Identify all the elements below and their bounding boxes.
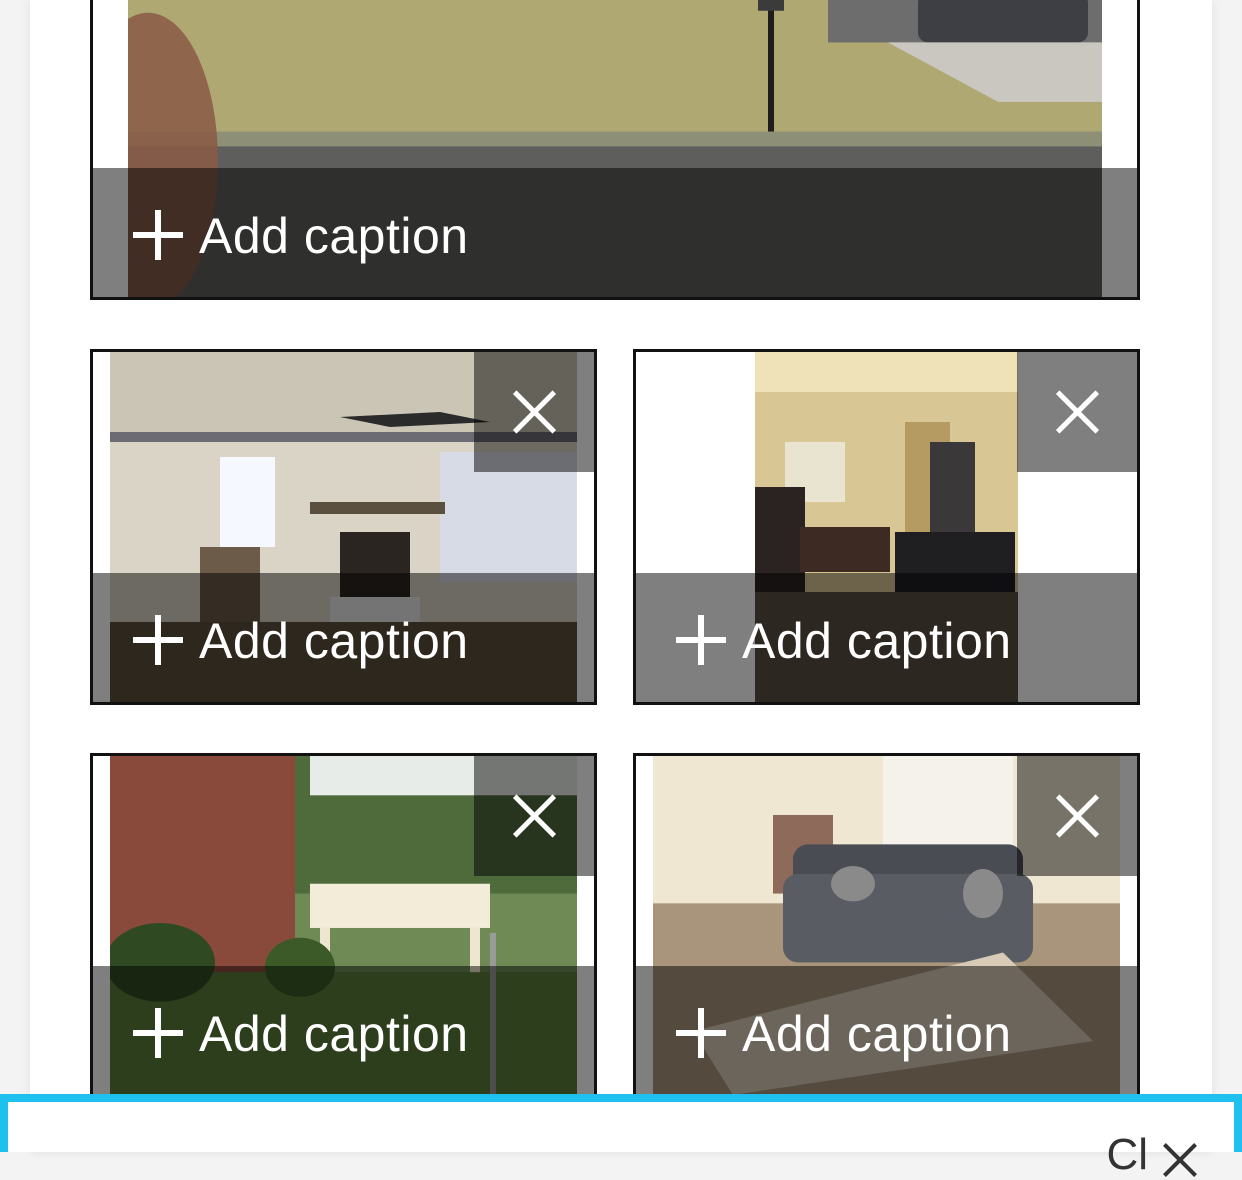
add-caption-label: Add caption [199,207,469,264]
add-caption-button[interactable]: Add caption [636,966,1137,1095]
plus-icon [133,1007,183,1058]
plus-icon [676,614,726,665]
plus-icon [133,614,183,665]
remove-photo-button[interactable] [474,352,594,472]
add-caption-label: Add caption [199,612,469,669]
photo-tile-living-room-sofa[interactable]: Add caption [633,753,1140,1098]
add-caption-button[interactable]: Add caption [93,966,594,1095]
add-caption-label: Add caption [742,1005,1012,1062]
photo-tile-front-yard[interactable]: Add caption [90,0,1140,300]
photo-tile-bedroom[interactable]: Add caption [633,349,1140,705]
remove-photo-button[interactable] [474,756,594,876]
add-caption-label: Add caption [199,1005,469,1062]
add-caption-label: Add caption [742,612,1012,669]
add-caption-button[interactable]: Add caption [93,168,1137,297]
photo-tile-living-room-fireplace[interactable]: Add caption [90,349,597,705]
remove-photo-button[interactable] [1017,756,1137,876]
close-icon[interactable] [1160,1140,1200,1180]
remove-photo-button[interactable] [1017,352,1137,472]
plus-icon [676,1007,726,1058]
add-caption-button[interactable]: Add caption [93,573,594,702]
bottom-action-bar: Cl [0,1094,1242,1179]
close-button-label[interactable]: Cl [1106,1130,1148,1180]
add-caption-button[interactable]: Add caption [636,573,1137,702]
plus-icon [133,209,183,260]
photo-tile-back-yard[interactable]: Add caption [90,753,597,1098]
